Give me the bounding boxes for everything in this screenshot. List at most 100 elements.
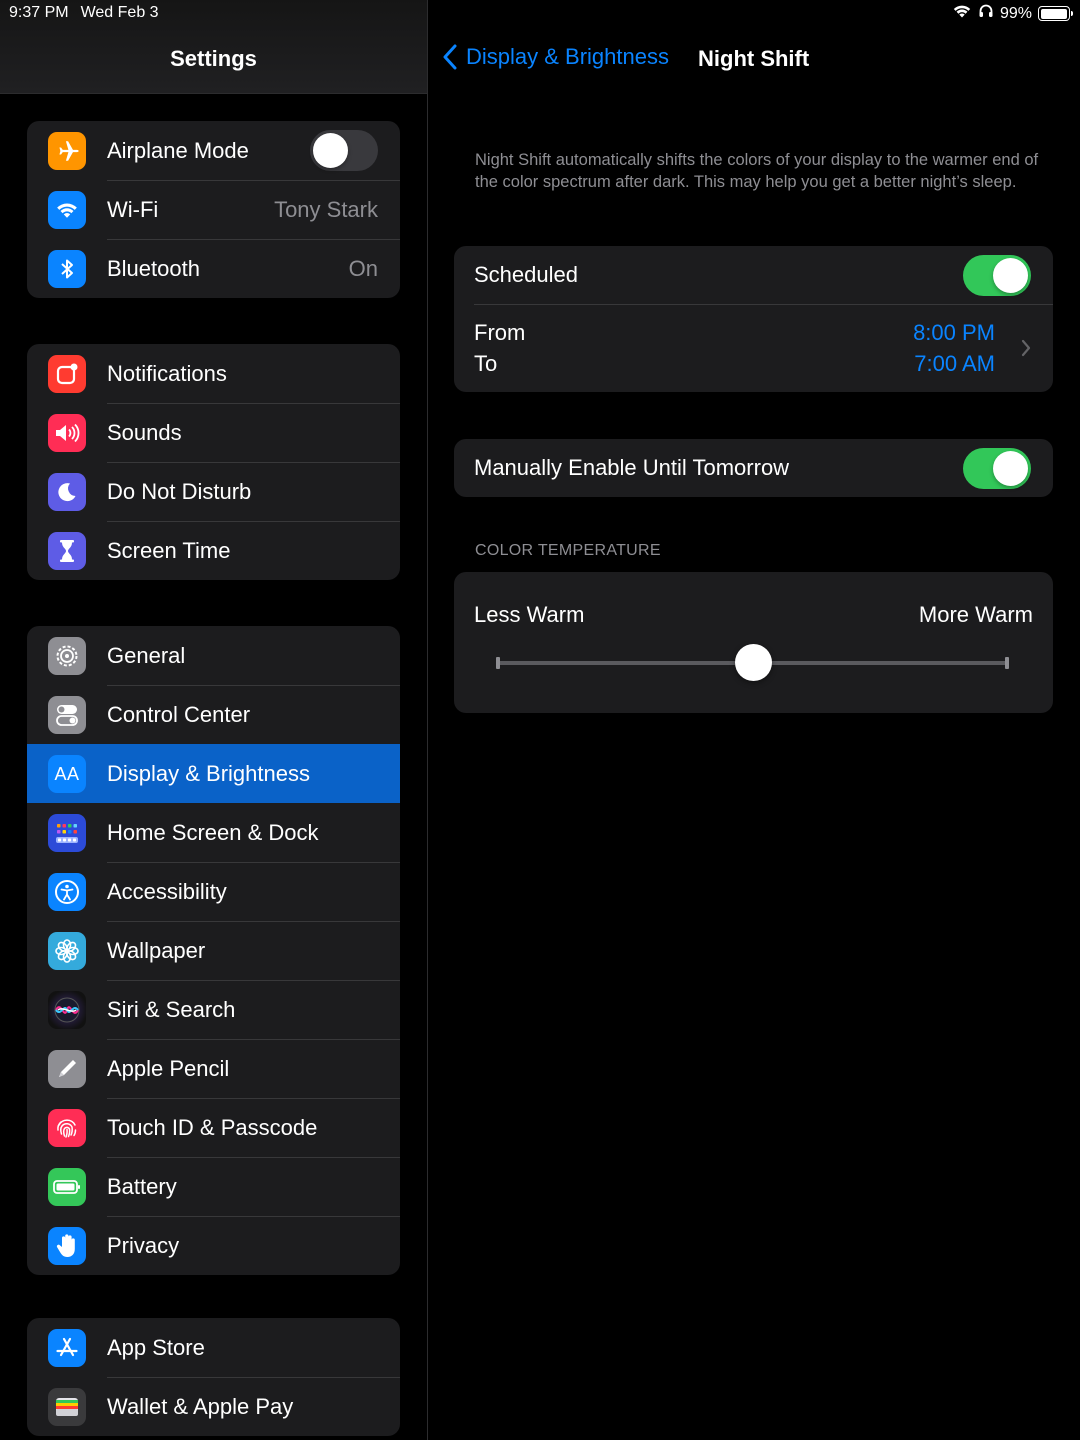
hand-icon — [48, 1227, 86, 1265]
hourglass-icon — [48, 532, 86, 570]
slider-max-tick — [1005, 657, 1009, 669]
back-button[interactable]: Display & Brightness — [442, 44, 669, 70]
manual-enable-label: Manually Enable Until Tomorrow — [474, 455, 790, 480]
status-time: 9:37 PM — [9, 4, 69, 21]
sidebar-item-label: Siri & Search — [107, 996, 236, 1022]
app-store-icon — [48, 1329, 86, 1367]
sidebar-item-do-not-disturb[interactable]: Do Not Disturb — [27, 462, 400, 521]
battery-percent: 99% — [999, 4, 1032, 22]
battery-icon — [48, 1168, 86, 1206]
sidebar-item-apple-pencil[interactable]: Apple Pencil — [27, 1039, 400, 1098]
sidebar-item-wallet-apple-pay[interactable]: Wallet & Apple Pay — [27, 1377, 400, 1436]
manual-enable-card: Manually Enable Until Tomorrow — [454, 439, 1053, 497]
chevron-left-icon — [443, 44, 457, 70]
sidebar-item-label: Do Not Disturb — [107, 478, 252, 504]
sidebar-item-label: Airplane Mode — [107, 137, 249, 163]
text-size-icon: AA — [48, 755, 86, 793]
settings-group-alerts: Notifications Sounds Do Not Disturb Scre… — [27, 344, 400, 580]
sidebar-item-general[interactable]: General — [27, 626, 400, 685]
battery-indicator — [1038, 6, 1073, 21]
sidebar-item-touch-id-passcode[interactable]: Touch ID & Passcode — [27, 1098, 400, 1157]
from-time: 8:00 PM — [913, 320, 995, 345]
scheduled-row: Scheduled — [454, 246, 1053, 304]
from-label: From — [474, 320, 526, 345]
sidebar-item-control-center[interactable]: Control Center — [27, 685, 400, 744]
sidebar-title: Settings — [170, 46, 257, 71]
moon-icon — [48, 473, 86, 511]
sidebar-item-label: Notifications — [107, 360, 227, 386]
sidebar-item-screen-time[interactable]: Screen Time — [27, 521, 400, 580]
back-button-label: Display & Brightness — [466, 44, 669, 69]
pencil-icon — [48, 1050, 86, 1088]
flower-icon — [48, 932, 86, 970]
status-bar: 9:37 PM Wed Feb 3 99% — [0, 0, 1080, 28]
sidebar-item-app-store[interactable]: App Store — [27, 1318, 400, 1377]
sidebar-item-label: Screen Time — [107, 537, 231, 563]
status-left: 9:37 PM Wed Feb 3 — [9, 4, 159, 22]
sidebar-item-battery[interactable]: Battery — [27, 1157, 400, 1216]
to-label: To — [474, 351, 498, 376]
sidebar-item-label: Wallet & Apple Pay — [107, 1393, 294, 1419]
sidebar-item-label: Wallpaper — [107, 937, 206, 963]
sidebar-item-label: Accessibility — [107, 878, 227, 904]
airplane-mode-toggle[interactable] — [310, 130, 378, 171]
headphones-icon — [978, 3, 994, 24]
gear-icon — [48, 637, 86, 675]
scheduled-label: Scheduled — [474, 262, 578, 287]
less-warm-label: Less Warm — [474, 602, 585, 627]
sidebar-item-siri-search[interactable]: Siri & Search — [27, 980, 400, 1039]
settings-group-system: General Control Center AA Display & Brig… — [27, 626, 400, 1275]
chevron-right-icon — [1021, 339, 1031, 357]
page-title: Night Shift — [698, 46, 810, 71]
sidebar-item-label: Display & Brightness — [107, 760, 310, 786]
sidebar-item-label: Sounds — [107, 419, 182, 445]
status-right: 99% — [952, 3, 1073, 24]
sidebar-item-label: Bluetooth — [107, 255, 200, 281]
sidebar-item-home-screen-dock[interactable]: Home Screen & Dock — [27, 803, 400, 862]
sidebar-item-bluetooth[interactable]: Bluetooth On — [27, 239, 400, 298]
settings-sidebar: Settings Airplane Mode Wi-Fi Tony Stark — [0, 0, 427, 1440]
sidebar-item-notifications[interactable]: Notifications — [27, 344, 400, 403]
sidebar-item-sounds[interactable]: Sounds — [27, 403, 400, 462]
switches-icon — [48, 696, 86, 734]
sidebar-item-label: Battery — [107, 1173, 177, 1199]
bluetooth-icon — [48, 250, 86, 288]
sidebar-item-accessibility[interactable]: Accessibility — [27, 862, 400, 921]
wallet-icon — [48, 1388, 86, 1426]
fingerprint-icon — [48, 1109, 86, 1147]
sidebar-item-label: Home Screen & Dock — [107, 819, 319, 845]
sidebar-item-display-brightness[interactable]: AA Display & Brightness — [27, 744, 400, 803]
sidebar-item-label: Control Center — [107, 701, 251, 727]
color-temperature-slider-thumb[interactable] — [735, 644, 772, 681]
sidebar-item-label: Wi-Fi — [107, 196, 159, 222]
sidebar-item-label: Privacy — [107, 1232, 180, 1258]
speaker-icon — [48, 414, 86, 452]
manual-enable-toggle[interactable] — [963, 448, 1031, 489]
to-time: 7:00 AM — [914, 351, 995, 376]
color-temperature-header: COLOR TEMPERATURE — [475, 542, 661, 559]
sidebar-item-airplane-mode[interactable]: Airplane Mode — [27, 121, 400, 180]
bluetooth-status: On — [348, 255, 378, 281]
sidebar-item-label: General — [107, 642, 186, 668]
wifi-network-name: Tony Stark — [274, 196, 378, 222]
settings-group-stores: App Store Wallet & Apple Pay — [27, 1318, 400, 1436]
siri-icon — [48, 991, 86, 1029]
schedule-times-row[interactable]: From To 8:00 PM 7:00 AM — [454, 305, 1053, 392]
sidebar-item-wifi[interactable]: Wi-Fi Tony Stark — [27, 180, 400, 239]
settings-group-connectivity: Airplane Mode Wi-Fi Tony Stark Bluetooth… — [27, 121, 400, 298]
scheduled-toggle[interactable] — [963, 255, 1031, 296]
sidebar-item-wallpaper[interactable]: Wallpaper — [27, 921, 400, 980]
sidebar-item-label: Apple Pencil — [107, 1055, 230, 1081]
sidebar-list[interactable]: Airplane Mode Wi-Fi Tony Stark Bluetooth… — [0, 94, 427, 1440]
sidebar-item-label: App Store — [107, 1334, 205, 1360]
notifications-icon — [48, 355, 86, 393]
sidebar-item-label: Touch ID & Passcode — [107, 1114, 318, 1140]
night-shift-detail: Display & Brightness Night Shift Night S… — [428, 0, 1080, 1440]
home-grid-icon — [48, 814, 86, 852]
night-shift-description: Night Shift automatically shifts the col… — [475, 151, 1039, 191]
color-temperature-card: Less Warm More Warm — [454, 572, 1053, 713]
sidebar-item-privacy[interactable]: Privacy — [27, 1216, 400, 1275]
status-date: Wed Feb 3 — [80, 4, 159, 21]
accessibility-icon — [48, 873, 86, 911]
more-warm-label: More Warm — [918, 602, 1033, 627]
